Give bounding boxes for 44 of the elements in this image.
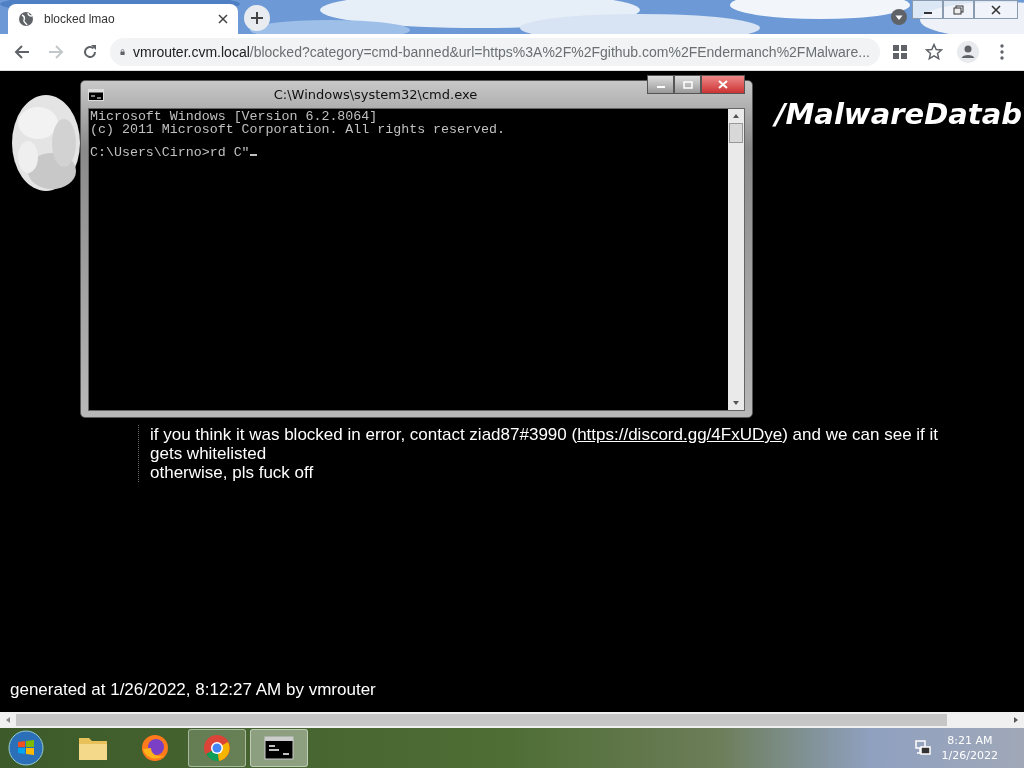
close-button[interactable] — [974, 0, 1018, 19]
dropdown-icon[interactable] — [891, 9, 907, 25]
browser-tab[interactable]: blocked lmao — [8, 4, 238, 34]
close-icon — [718, 80, 728, 89]
scroll-right-icon[interactable] — [1012, 716, 1020, 724]
window-title: C:\Windows\system32\cmd.exe — [272, 87, 479, 102]
close-icon — [990, 4, 1002, 15]
scroll-left-icon[interactable] — [4, 716, 12, 724]
profile-icon[interactable] — [954, 38, 982, 66]
restore-icon — [952, 4, 965, 15]
network-icon[interactable] — [913, 739, 932, 757]
start-button[interactable] — [6, 729, 46, 767]
back-arrow-icon — [14, 44, 30, 60]
minimize-icon — [923, 11, 932, 14]
taskbar-app-button[interactable] — [250, 729, 308, 767]
clock-time: 8:21 AM — [947, 733, 993, 748]
console-icon — [88, 88, 104, 101]
minimize-button[interactable] — [912, 0, 943, 19]
clock-date: 1/26/2022 — [941, 748, 998, 763]
discord-link[interactable]: https://discord.gg/4FxUDye — [577, 425, 783, 444]
close-icon[interactable] — [218, 14, 228, 24]
message-text: otherwise, pls fuck off — [150, 463, 315, 482]
console-line: Microsoft Windows [Version 6.2.8064] — [90, 111, 379, 124]
console-prompt: C:\Users\Cirno>rd C" — [90, 145, 250, 160]
globe-icon — [18, 11, 34, 27]
maximize-button[interactable] — [674, 75, 701, 94]
url-text: vmrouter.cvm.local/blocked?category=cmd-banned&url=https%3A%2F%2Fgithub.com%2FEndermanch%2FMalware... — [133, 44, 870, 60]
minimize-button[interactable] — [647, 75, 674, 94]
reload-icon — [82, 44, 98, 60]
close-button[interactable] — [701, 75, 745, 94]
vertical-scrollbar[interactable] — [728, 109, 744, 410]
page-heading: /MalwareDatab — [774, 97, 1022, 131]
text-cursor — [249, 154, 257, 156]
forward-arrow-icon — [48, 44, 64, 60]
maximize-icon — [682, 80, 693, 89]
console-line: (c) 2011 Microsoft Corporation. All rights reserved. — [90, 123, 506, 136]
console-icon — [264, 736, 294, 760]
scroll-thumb[interactable] — [729, 123, 743, 143]
fox-globe-icon — [140, 733, 170, 763]
chrome-icon — [202, 733, 232, 763]
footer-text: generated at 1/26/2022, 8:12:27 AM by vmrouter — [9, 680, 377, 701]
address-bar[interactable]: vmrouter.cvm.local/blocked?category=cmd-banned&url=https%3A%2F%2Fgithub.com%2FEndermanch%2FMalware... — [110, 38, 880, 66]
plus-icon — [250, 11, 264, 25]
horizontal-scrollbar[interactable] — [0, 712, 1024, 728]
